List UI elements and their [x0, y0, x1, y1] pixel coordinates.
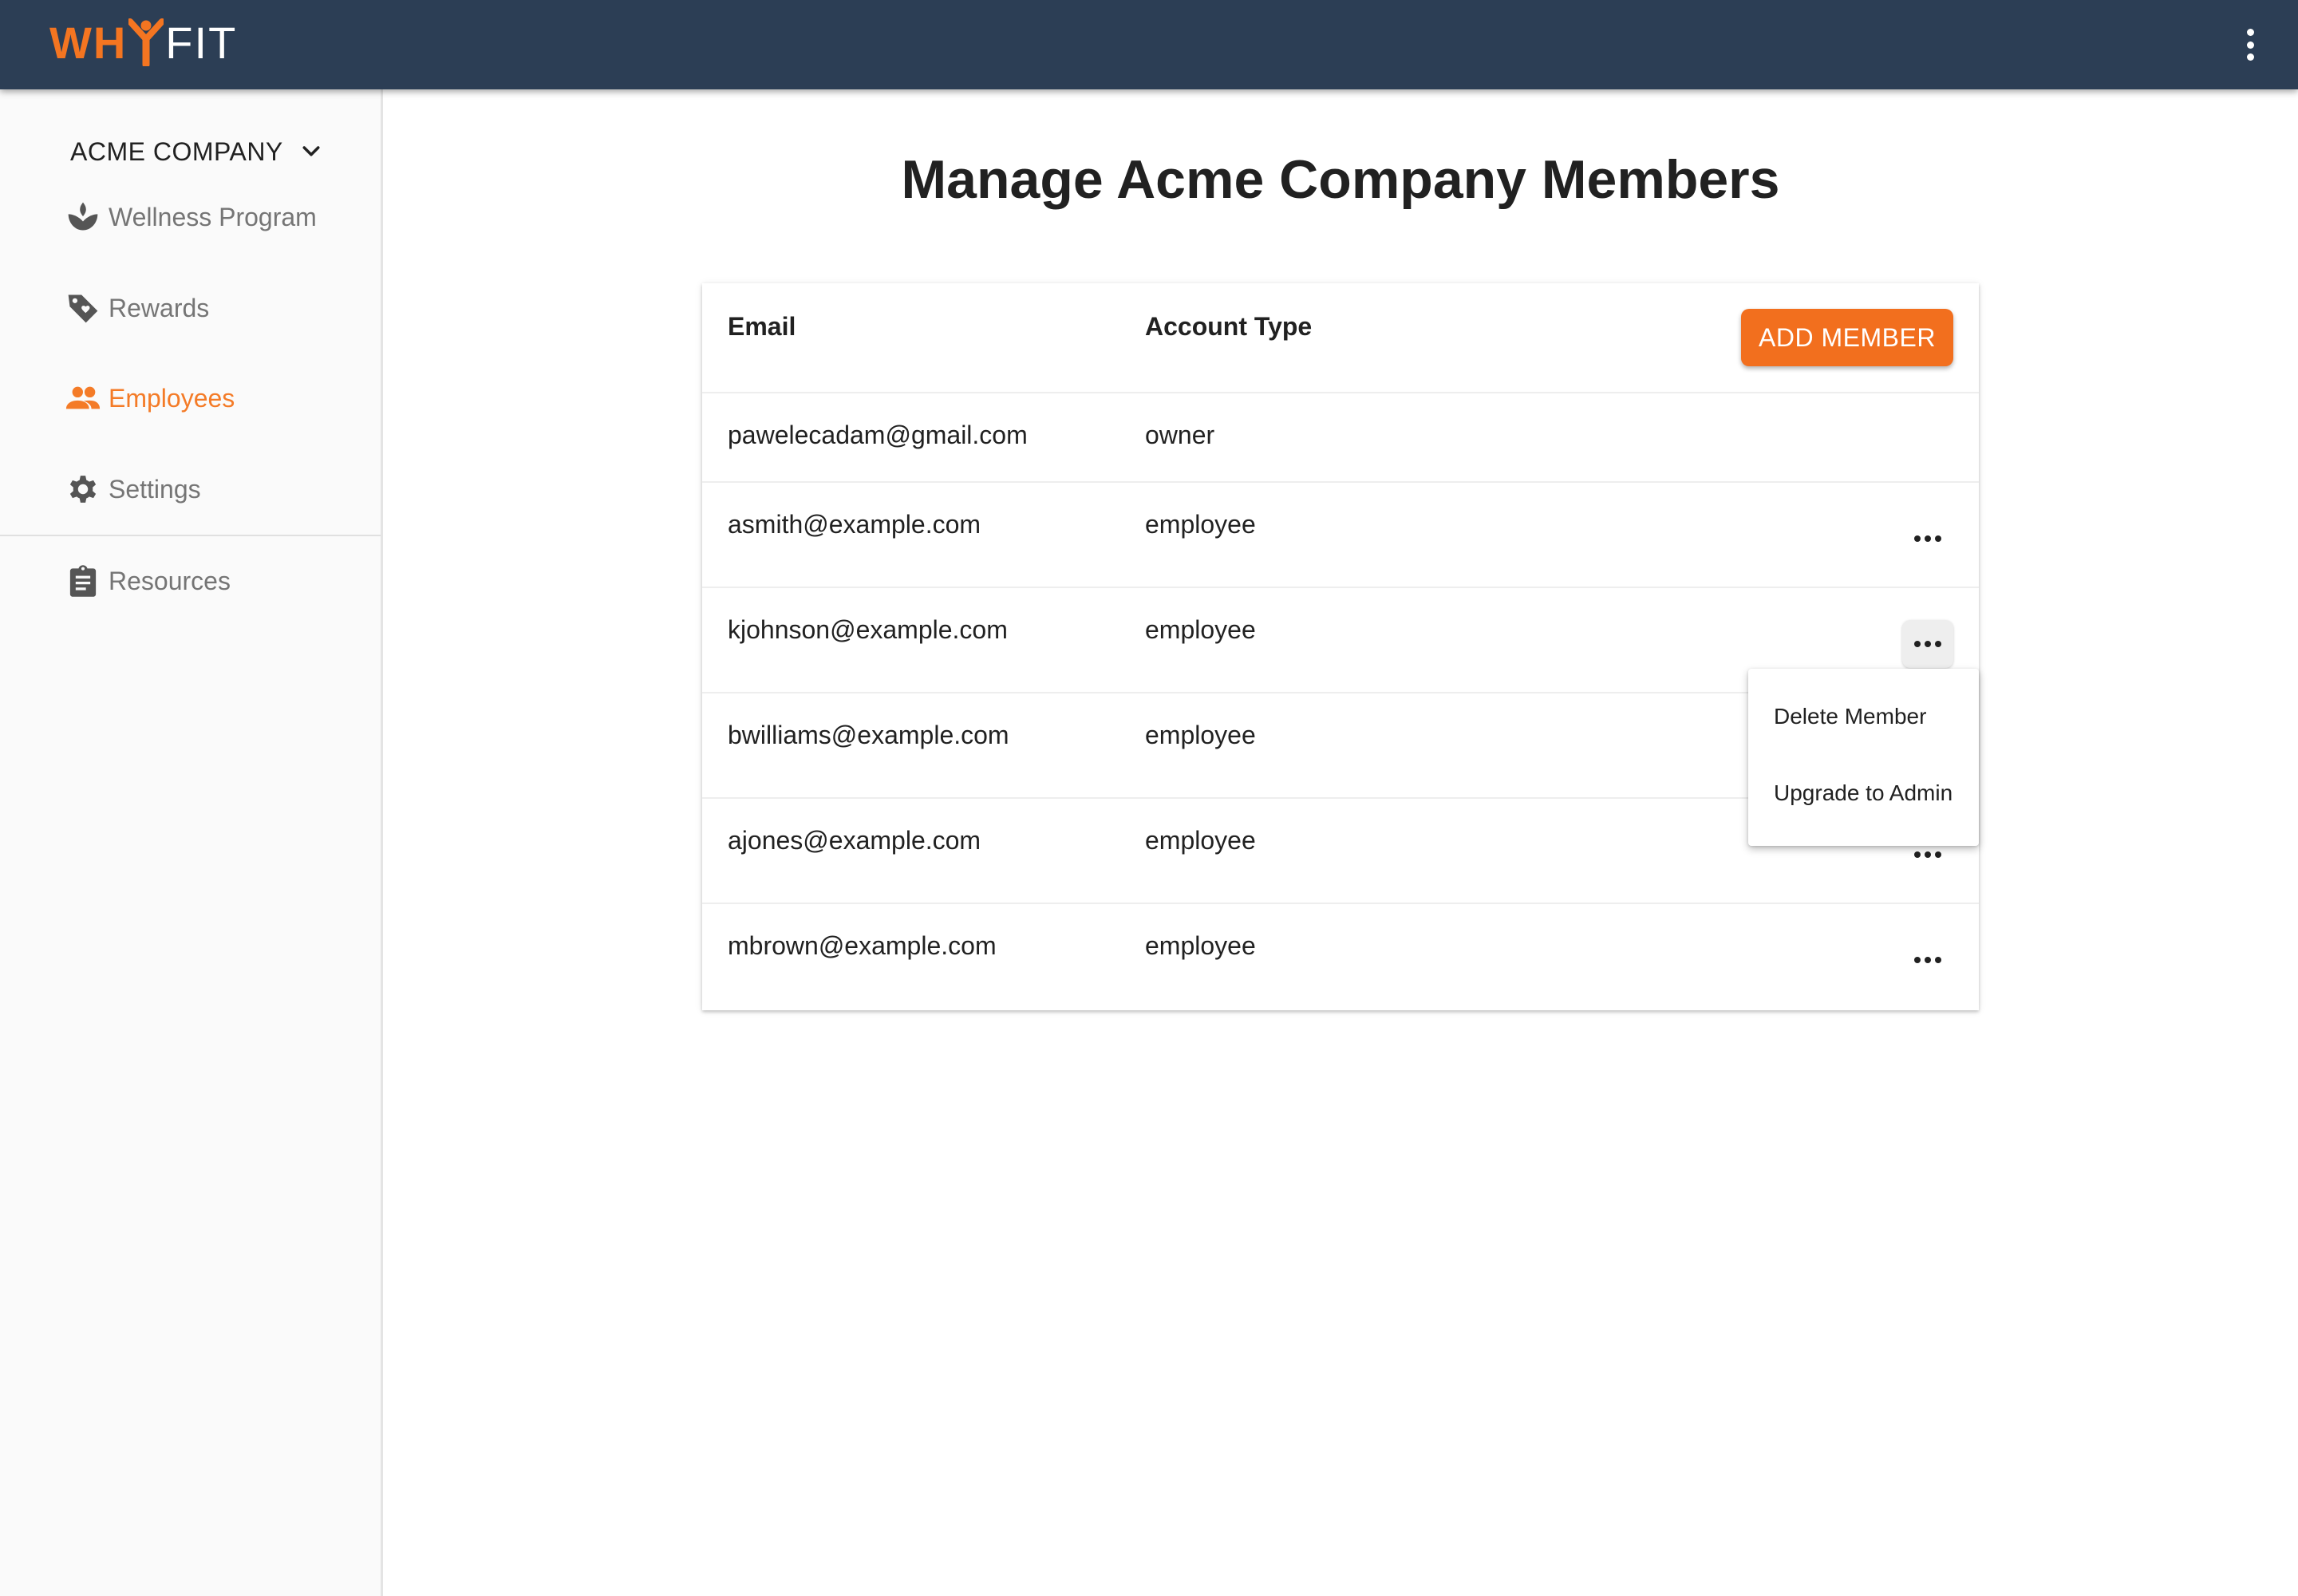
row-account-type: employee: [1145, 721, 1256, 749]
sidebar-item-employees[interactable]: Employees: [64, 374, 235, 422]
gear-icon: [64, 470, 102, 508]
email-column-header: Email: [728, 312, 796, 341]
row-email: kjohnson@example.com: [728, 615, 1008, 644]
app-header: WH FIT: [0, 0, 2298, 89]
sidebar-item-resources[interactable]: Resources: [64, 557, 231, 605]
sidebar-item-wellness-program[interactable]: Wellness Program: [64, 193, 317, 241]
sidebar-item-label: Resources: [109, 566, 231, 595]
sidebar-item-settings[interactable]: Settings: [64, 465, 201, 513]
row-options-menu: Delete Member Upgrade to Admin: [1748, 669, 1979, 846]
sidebar-item-label: Rewards: [109, 293, 210, 322]
row-more-options-icon[interactable]: [1902, 936, 1953, 984]
row-email: bwilliams@example.com: [728, 721, 1009, 749]
add-member-button[interactable]: ADD MEMBER: [1741, 309, 1953, 366]
row-more-options-icon[interactable]: [1902, 620, 1953, 668]
row-email: mbrown@example.com: [728, 931, 997, 960]
people-icon: [64, 379, 102, 417]
whyfit-logo[interactable]: WH FIT: [49, 16, 237, 69]
page-title: Manage Acme Company Members: [383, 148, 2298, 211]
company-selector[interactable]: ACME COMPANY: [70, 128, 323, 176]
sidebar: ACME COMPANY Wellness Program Rewards Em…: [0, 89, 383, 1596]
sidebar-item-rewards[interactable]: Rewards: [64, 284, 209, 332]
title-company: Acme Company: [1116, 149, 1526, 210]
row-account-type: employee: [1145, 826, 1256, 855]
sidebar-item-label: Employees: [109, 383, 235, 413]
row-email: pawelecadam@gmail.com: [728, 421, 1028, 449]
table-row: asmith@example.com employee: [702, 483, 1979, 588]
logo-figure-icon: [127, 18, 166, 69]
kebab-vertical-icon[interactable]: [2241, 29, 2260, 61]
sidebar-item-label: Wellness Program: [109, 202, 317, 231]
row-email: ajones@example.com: [728, 826, 981, 855]
logo-why-text: WH: [49, 17, 128, 68]
row-account-type: owner: [1145, 421, 1215, 449]
delete-member-menu-item[interactable]: Delete Member: [1774, 693, 1926, 741]
upgrade-to-admin-menu-item[interactable]: Upgrade to Admin: [1774, 769, 1953, 817]
chevron-down-icon: [302, 146, 320, 156]
account-type-column-header: Account Type: [1145, 312, 1313, 341]
row-account-type: employee: [1145, 510, 1256, 539]
row-account-type: employee: [1145, 615, 1256, 644]
row-more-options-icon[interactable]: [1902, 515, 1953, 563]
members-table: Email Account Type ADD MEMBER pawelecada…: [702, 283, 1979, 1010]
clipboard-icon: [64, 562, 102, 600]
sidebar-divider: [0, 535, 381, 536]
title-prefix: Manage: [901, 149, 1117, 210]
row-account-type: employee: [1145, 931, 1256, 960]
company-name: ACME COMPANY: [70, 136, 283, 166]
title-suffix: Members: [1526, 149, 1780, 210]
sidebar-item-label: Settings: [109, 474, 201, 504]
logo-fit-text: FIT: [165, 17, 238, 68]
row-email: asmith@example.com: [728, 510, 981, 539]
table-header: Email Account Type ADD MEMBER: [702, 283, 1979, 393]
tag-heart-icon: [64, 289, 102, 327]
lotus-icon: [64, 198, 102, 236]
table-row: mbrown@example.com employee: [702, 904, 1979, 1010]
table-row: pawelecadam@gmail.com owner: [702, 393, 1979, 483]
